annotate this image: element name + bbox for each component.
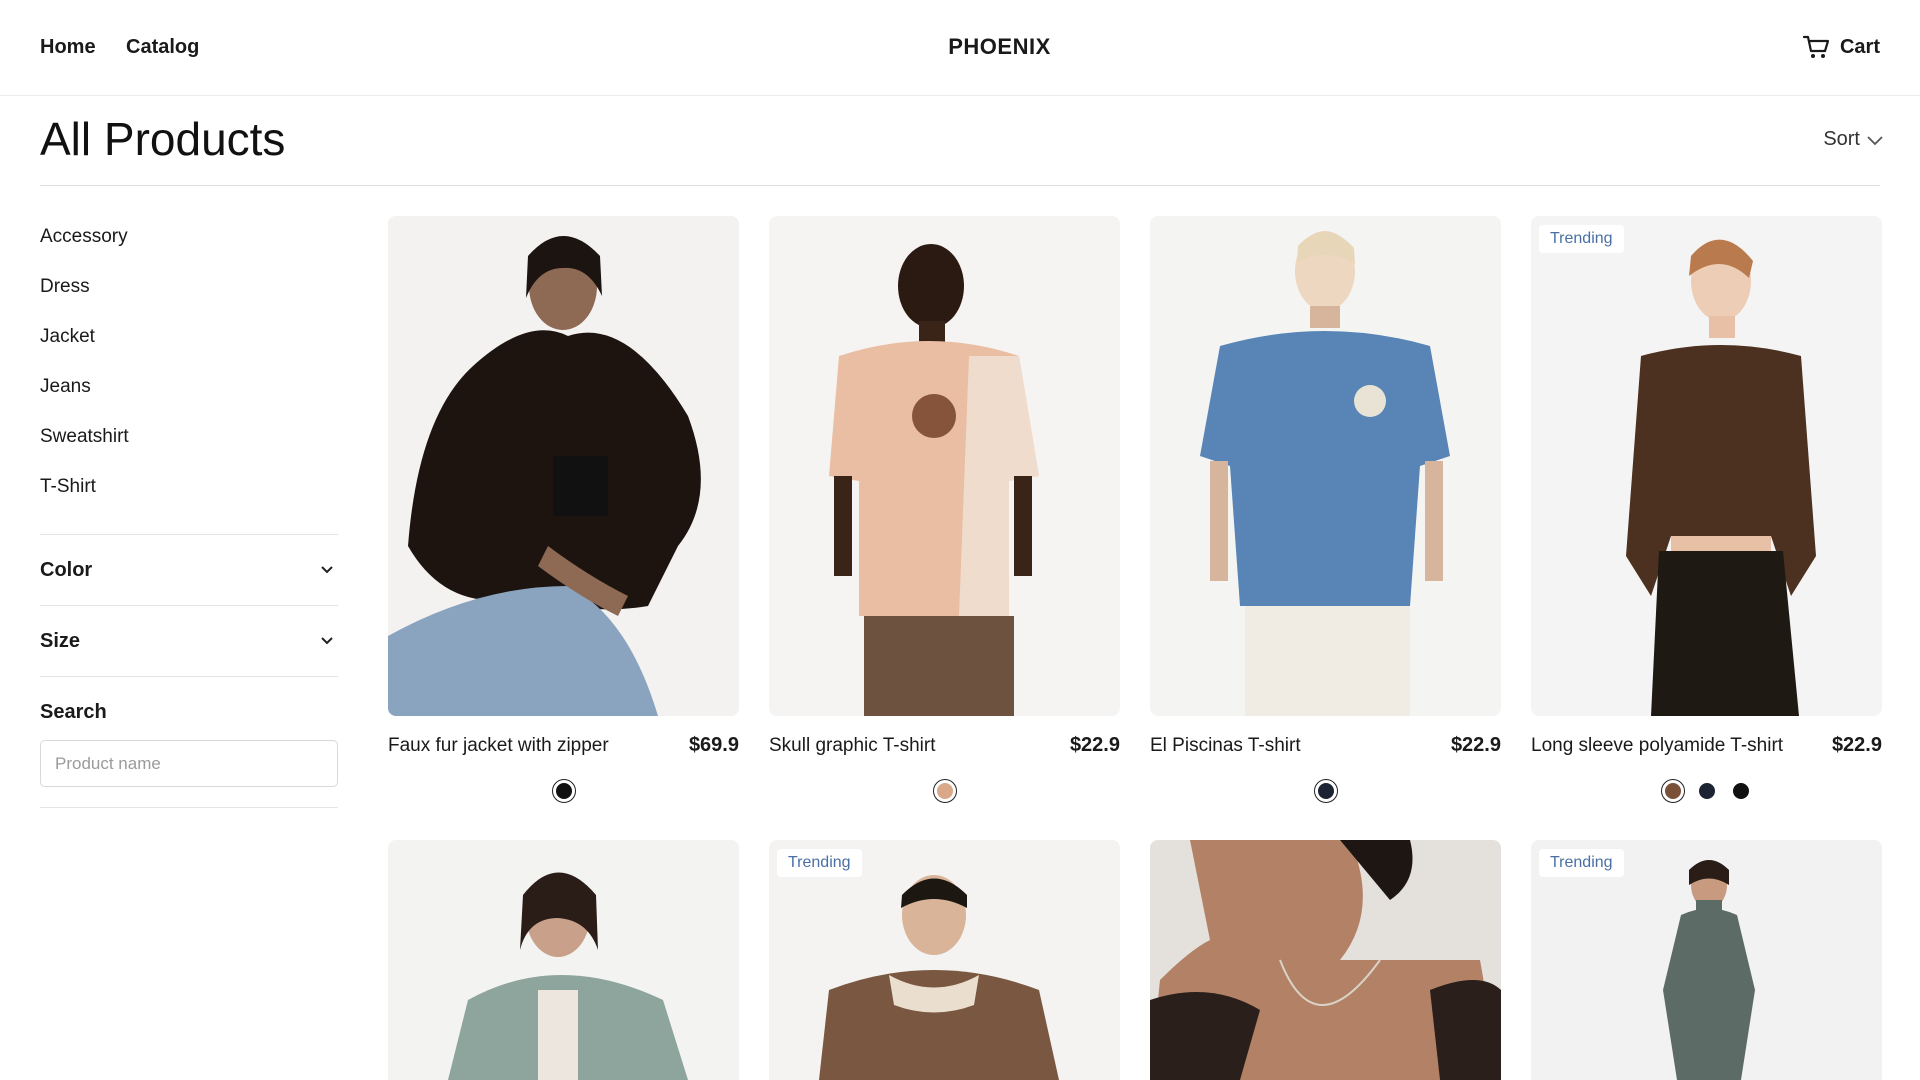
- page-title: All Products: [40, 113, 286, 165]
- category-jeans[interactable]: Jeans: [40, 366, 338, 416]
- product-name[interactable]: Long sleeve polyamide T-shirt: [1531, 735, 1783, 757]
- cart-label: Cart: [1839, 35, 1880, 58]
- product-image[interactable]: [1150, 840, 1501, 1080]
- product-meta: Skull graphic T-shirt $22.9: [769, 734, 1120, 757]
- color-swatches: [769, 779, 1120, 803]
- product-image[interactable]: Trending: [1531, 840, 1882, 1080]
- product-meta: El Piscinas T-shirt $22.9: [1150, 734, 1501, 757]
- category-list: Accessory Dress Jacket Jeans Sweatshirt …: [40, 216, 338, 516]
- color-filter-label: Color: [40, 558, 93, 581]
- color-swatch[interactable]: [1695, 779, 1719, 803]
- swatch-dot: [1664, 783, 1681, 799]
- chevron-down-icon: [1867, 135, 1883, 145]
- cart-icon: [1802, 35, 1830, 58]
- trending-badge: Trending: [777, 849, 862, 877]
- swatch-dot: [1732, 783, 1749, 799]
- cart-button[interactable]: Cart: [1802, 34, 1880, 60]
- chevron-down-icon: [321, 637, 333, 645]
- trending-badge: Trending: [1539, 225, 1624, 253]
- color-swatches: [1531, 779, 1882, 803]
- color-filter-toggle[interactable]: Color: [40, 534, 338, 605]
- product-card[interactable]: Trending: [769, 840, 1120, 1080]
- product-price: $22.9: [1831, 734, 1882, 756]
- product-price: $22.9: [1450, 734, 1501, 756]
- color-swatch[interactable]: [1729, 779, 1753, 803]
- color-swatches: [1150, 779, 1501, 803]
- product-card[interactable]: Trending: [1531, 840, 1882, 1080]
- category-dress[interactable]: Dress: [40, 266, 338, 316]
- sort-dropdown[interactable]: Sort: [1823, 128, 1884, 151]
- swatch-dot: [1698, 783, 1715, 799]
- category-tshirt[interactable]: T-Shirt: [40, 466, 338, 516]
- product-meta: Long sleeve polyamide T-shirt $22.9: [1531, 734, 1882, 757]
- color-swatch[interactable]: [1313, 779, 1338, 803]
- product-search-input[interactable]: [40, 740, 338, 787]
- product-image[interactable]: Trending: [1531, 216, 1882, 716]
- search-label: Search: [40, 701, 107, 723]
- color-swatch[interactable]: [1660, 779, 1685, 803]
- chevron-down-icon: [321, 566, 333, 574]
- product-image[interactable]: [1150, 216, 1501, 716]
- swatch-dot: [936, 783, 953, 799]
- product-name[interactable]: El Piscinas T-shirt: [1150, 735, 1301, 757]
- product-card[interactable]: Trending Long sleeve polyamide T-shirt $…: [1531, 216, 1882, 803]
- search-section: Search: [40, 676, 338, 808]
- product-price: $69.9: [688, 734, 739, 756]
- product-price: $22.9: [1069, 734, 1120, 756]
- category-accessory[interactable]: Accessory: [40, 216, 338, 266]
- brand-logo[interactable]: PHOENIX: [0, 34, 1920, 60]
- sort-label: Sort: [1823, 128, 1860, 150]
- product-card[interactable]: [1150, 840, 1501, 1080]
- size-filter-label: Size: [40, 629, 81, 652]
- product-card[interactable]: Faux fur jacket with zipper $69.9: [388, 216, 739, 803]
- category-jacket[interactable]: Jacket: [40, 316, 338, 366]
- filter-sidebar: Accessory Dress Jacket Jeans Sweatshirt …: [40, 216, 338, 808]
- trending-badge: Trending: [1539, 849, 1624, 877]
- color-swatch[interactable]: [551, 779, 576, 803]
- product-image[interactable]: [388, 216, 739, 716]
- product-card[interactable]: [388, 840, 739, 1080]
- color-swatches: [388, 779, 739, 803]
- swatch-dot: [555, 783, 572, 799]
- size-filter-toggle[interactable]: Size: [40, 605, 338, 676]
- product-name[interactable]: Skull graphic T-shirt: [769, 735, 936, 757]
- title-divider: [40, 185, 1880, 186]
- product-image[interactable]: [388, 840, 739, 1080]
- swatch-dot: [1317, 783, 1334, 799]
- product-card[interactable]: El Piscinas T-shirt $22.9: [1150, 216, 1501, 803]
- product-card[interactable]: Skull graphic T-shirt $22.9: [769, 216, 1120, 803]
- category-sweatshirt[interactable]: Sweatshirt: [40, 416, 338, 466]
- site-header: Home Catalog PHOENIX Cart: [0, 0, 1920, 96]
- product-image[interactable]: Trending: [769, 840, 1120, 1080]
- product-name[interactable]: Faux fur jacket with zipper: [388, 735, 609, 757]
- product-image[interactable]: [769, 216, 1120, 716]
- product-meta: Faux fur jacket with zipper $69.9: [388, 734, 739, 757]
- color-swatch[interactable]: [932, 779, 957, 803]
